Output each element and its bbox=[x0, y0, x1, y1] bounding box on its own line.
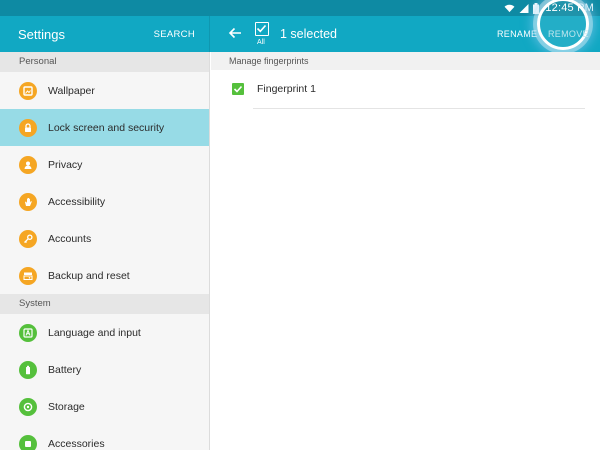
list-item[interactable]: Fingerprint 1 bbox=[211, 70, 600, 109]
rename-button[interactable]: RENAME bbox=[497, 29, 537, 39]
sidebar-item-label: Language and input bbox=[48, 326, 141, 339]
storage-icon bbox=[19, 397, 37, 416]
sidebar-item-storage[interactable]: Storage bbox=[0, 388, 209, 425]
sidebar-item-wallpaper[interactable]: Wallpaper bbox=[0, 72, 209, 109]
sidebar-item-lock-screen-and-security[interactable]: Lock screen and security bbox=[0, 109, 209, 146]
privacy-icon bbox=[19, 155, 37, 174]
sidebar-item-language-and-input[interactable]: Language and input bbox=[0, 314, 209, 351]
battery-icon bbox=[533, 2, 540, 14]
sidebar-item-label: Lock screen and security bbox=[48, 121, 165, 134]
sidebar-item-accessories[interactable]: Accessories bbox=[0, 425, 209, 450]
sidebar-item-accessibility[interactable]: Accessibility bbox=[0, 183, 209, 220]
divider bbox=[253, 108, 585, 109]
selection-header: All 1 selected RENAME REMOVE bbox=[210, 0, 600, 52]
sidebar-item-label: Accessibility bbox=[48, 195, 106, 208]
sidebar-item-label: Accounts bbox=[48, 232, 92, 245]
wallpaper-icon bbox=[19, 81, 37, 100]
sidebar-item-backup-and-reset[interactable]: Backup and reset bbox=[0, 257, 209, 294]
settings-header: Settings SEARCH bbox=[0, 16, 210, 52]
sidebar-item-label: Storage bbox=[48, 400, 85, 413]
section-header-system: System bbox=[0, 294, 209, 314]
check-icon bbox=[256, 24, 267, 33]
settings-title: Settings bbox=[18, 27, 65, 42]
search-button[interactable]: SEARCH bbox=[154, 29, 195, 40]
app-bar: Settings SEARCH All 1 selected RENAME RE… bbox=[0, 0, 600, 52]
sidebar-item-accounts[interactable]: Accounts bbox=[0, 220, 209, 257]
sidebar-item-label: Accessories bbox=[48, 437, 105, 450]
select-all-label: All bbox=[257, 39, 265, 46]
settings-sidebar: Personal Wallpaper Lock screen and secur… bbox=[0, 52, 210, 450]
back-arrow-icon[interactable] bbox=[228, 26, 242, 40]
fingerprint-panel: Manage fingerprints Fingerprint 1 bbox=[211, 52, 600, 450]
wifi-icon bbox=[504, 4, 515, 12]
sidebar-item-label: Wallpaper bbox=[48, 84, 95, 97]
remove-button[interactable]: REMOVE bbox=[548, 29, 589, 39]
status-bar: 12:45 PM bbox=[0, 0, 600, 16]
section-header-manage-fingerprints: Manage fingerprints bbox=[211, 52, 600, 70]
sidebar-item-label: Battery bbox=[48, 363, 82, 376]
fingerprint-label: Fingerprint 1 bbox=[257, 83, 316, 95]
sidebar-item-label: Privacy bbox=[48, 158, 83, 171]
language-icon bbox=[19, 323, 37, 342]
accessories-icon bbox=[19, 434, 37, 450]
signal-icon bbox=[519, 3, 529, 13]
key-icon bbox=[19, 229, 37, 248]
battery-icon bbox=[19, 360, 37, 379]
sidebar-item-battery[interactable]: Battery bbox=[0, 351, 209, 388]
sidebar-item-label: Backup and reset bbox=[48, 269, 130, 282]
tap-highlight-ring bbox=[537, 0, 589, 50]
backup-icon bbox=[19, 266, 37, 285]
select-all-checkbox[interactable] bbox=[255, 22, 269, 36]
sidebar-item-privacy[interactable]: Privacy bbox=[0, 146, 209, 183]
lock-icon bbox=[19, 118, 37, 137]
section-header-personal: Personal bbox=[0, 52, 209, 72]
fingerprint-checkbox[interactable] bbox=[232, 83, 244, 95]
selected-count: 1 selected bbox=[280, 27, 337, 41]
hand-icon bbox=[19, 192, 37, 211]
check-icon bbox=[233, 85, 243, 93]
